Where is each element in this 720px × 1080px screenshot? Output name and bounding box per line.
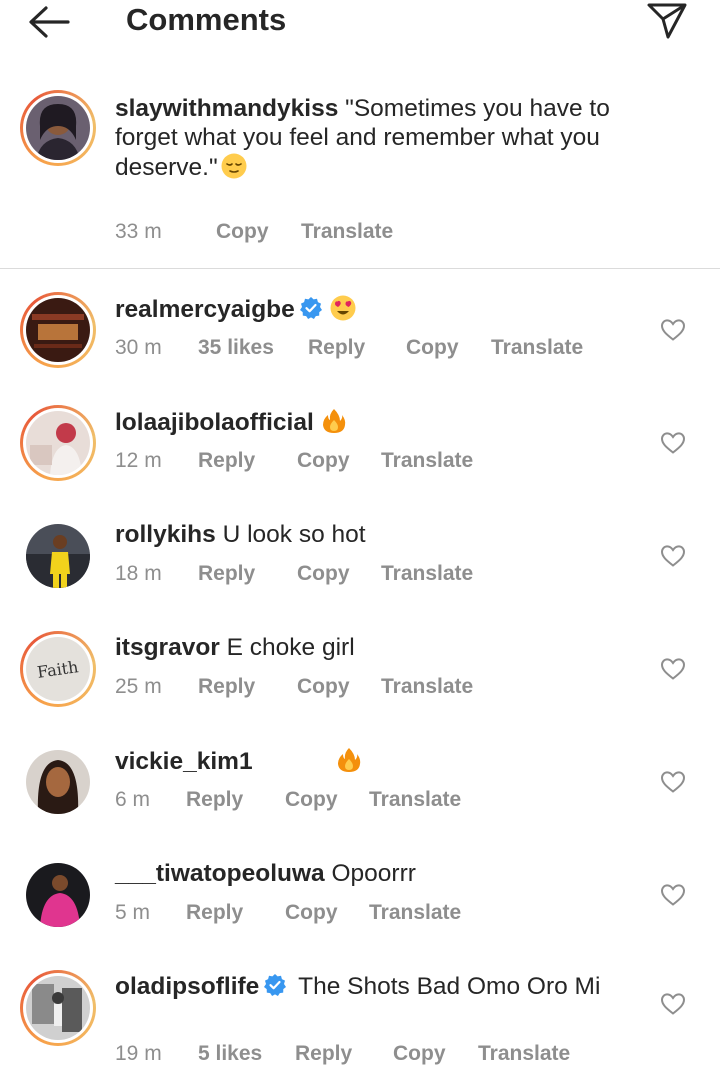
comment-item: rollykihs U look so hot 18 m Reply Copy …: [0, 518, 720, 631]
translate-button[interactable]: Translate: [301, 220, 393, 244]
translate-button[interactable]: Translate: [369, 901, 461, 925]
comment-username[interactable]: vickie_kim1: [115, 748, 253, 775]
timestamp: 19 m: [115, 1042, 162, 1065]
reply-button[interactable]: Reply: [198, 449, 255, 473]
translate-button[interactable]: Translate: [381, 675, 473, 699]
heart-outline-icon[interactable]: [660, 544, 686, 568]
heart-outline-icon[interactable]: [660, 883, 686, 907]
reply-button[interactable]: Reply: [198, 675, 255, 699]
comment-item: realmercyaigbe 30 m 35 likes Reply Copy …: [0, 292, 720, 405]
timestamp: 30 m: [115, 336, 162, 359]
reply-button[interactable]: Reply: [198, 562, 255, 586]
translate-button[interactable]: Translate: [369, 788, 461, 812]
avatar[interactable]: [20, 518, 96, 594]
top-bar: Comments: [0, 0, 720, 44]
comment-item: oladipsoflife The Shots Bad Omo Oro Mi 1…: [0, 970, 720, 1080]
comment-text: The Shots Bad Omo Oro Mi: [298, 973, 601, 1000]
reply-button[interactable]: Reply: [186, 788, 243, 812]
avatar[interactable]: [20, 292, 96, 368]
likes-count[interactable]: 35 likes: [198, 336, 274, 360]
copy-button[interactable]: Copy: [285, 901, 338, 925]
fire-emoji: [322, 409, 345, 433]
heart-outline-icon[interactable]: [660, 770, 686, 794]
comment-username[interactable]: lolaajibolaofficial: [115, 409, 314, 436]
comment-item: ___tiwatopeoluwa Opoorrr 5 m Reply Copy …: [0, 857, 720, 970]
avatar[interactable]: [20, 970, 96, 1046]
avatar[interactable]: [20, 857, 96, 933]
comment-username[interactable]: rollykihs: [115, 521, 216, 548]
comment-text: U look so hot: [222, 521, 366, 548]
share-button[interactable]: [644, 0, 690, 42]
timestamp: 5 m: [115, 901, 151, 924]
timestamp: 18 m: [115, 562, 162, 585]
translate-button[interactable]: Translate: [381, 562, 473, 586]
avatar[interactable]: [20, 744, 96, 820]
relieved-face-emoji: [221, 153, 247, 179]
comment-text: E choke girl: [226, 634, 355, 661]
heart-outline-icon[interactable]: [660, 657, 686, 681]
copy-button[interactable]: Copy: [297, 562, 350, 586]
copy-button[interactable]: Copy: [297, 675, 350, 699]
back-button[interactable]: [26, 2, 72, 42]
timestamp: 6 m: [115, 788, 151, 811]
reply-button[interactable]: Reply: [295, 1042, 352, 1066]
post-caption: slaywithmandykiss "Sometimes you have to…: [0, 88, 720, 268]
heart-eyes-emoji: [330, 295, 356, 321]
divider: [0, 268, 720, 269]
comment-item: vickie_kim1 6 m Reply Copy Translate: [0, 744, 720, 857]
arrow-left-icon: [29, 6, 70, 38]
comment-item: lolaajibolaofficial 12 m Reply Copy Tran…: [0, 405, 720, 518]
copy-button[interactable]: Copy: [393, 1042, 446, 1066]
comment-text: Opoorrr: [331, 860, 416, 887]
comment-username[interactable]: oladipsoflife: [115, 973, 259, 1000]
translate-button[interactable]: Translate: [478, 1042, 570, 1066]
avatar-text: Faith: [36, 656, 80, 682]
copy-button[interactable]: Copy: [285, 788, 338, 812]
verified-badge-icon: [264, 974, 287, 996]
fire-emoji: [337, 748, 360, 772]
avatar[interactable]: [20, 90, 96, 166]
avatar[interactable]: [20, 405, 96, 481]
verified-badge-icon: [299, 297, 322, 319]
timestamp: 25 m: [115, 675, 162, 698]
caption-text: slaywithmandykiss "Sometimes you have to…: [115, 94, 675, 182]
comment-username[interactable]: itsgravor: [115, 634, 220, 661]
avatar[interactable]: Faith: [20, 631, 96, 707]
heart-outline-icon[interactable]: [660, 318, 686, 342]
timestamp: 33 m: [115, 220, 162, 243]
comment-username[interactable]: realmercyaigbe: [115, 296, 295, 323]
copy-button[interactable]: Copy: [216, 220, 269, 244]
page-title: Comments: [126, 2, 287, 37]
likes-count[interactable]: 5 likes: [198, 1042, 262, 1066]
reply-button[interactable]: Reply: [186, 901, 243, 925]
timestamp: 12 m: [115, 449, 162, 472]
heart-outline-icon[interactable]: [660, 431, 686, 455]
copy-button[interactable]: Copy: [297, 449, 350, 473]
comment-item: Faith itsgravor E choke girl 25 m Reply …: [0, 631, 720, 744]
paper-plane-icon: [647, 3, 687, 39]
reply-button[interactable]: Reply: [308, 336, 365, 360]
translate-button[interactable]: Translate: [491, 336, 583, 360]
comment-username[interactable]: ___tiwatopeoluwa: [115, 860, 325, 887]
translate-button[interactable]: Translate: [381, 449, 473, 473]
caption-username[interactable]: slaywithmandykiss: [115, 95, 338, 122]
copy-button[interactable]: Copy: [406, 336, 459, 360]
heart-outline-icon[interactable]: [660, 992, 686, 1016]
